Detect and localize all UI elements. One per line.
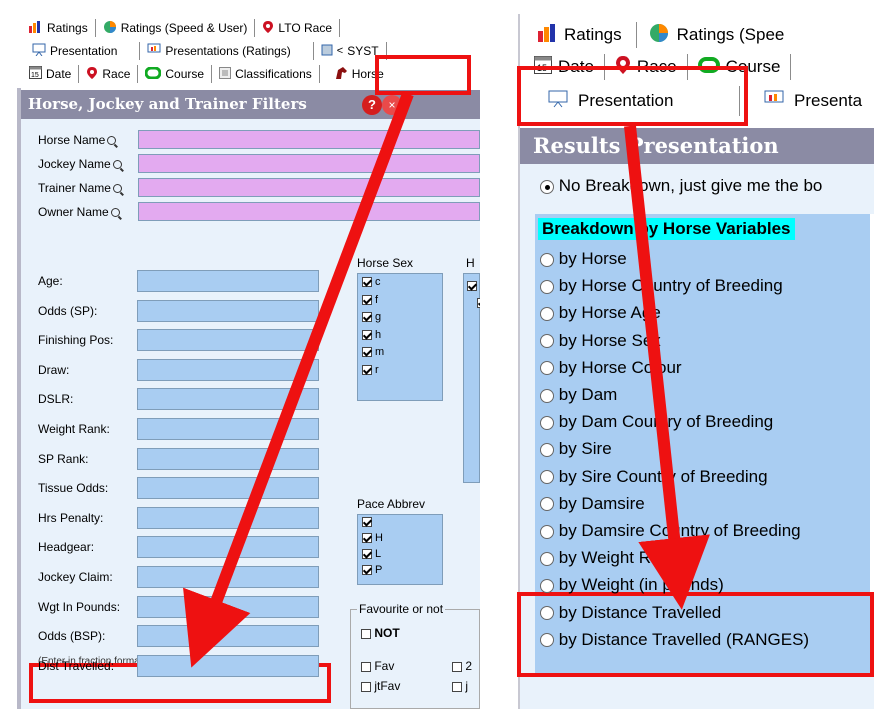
composite-screenshot: Ratings Ratings (Speed & User) LTO Race … xyxy=(0,0,874,709)
arrow-presentation-to-distance xyxy=(624,125,710,610)
arrow-horse-to-dist xyxy=(183,91,414,668)
annotation-arrows xyxy=(183,91,710,668)
